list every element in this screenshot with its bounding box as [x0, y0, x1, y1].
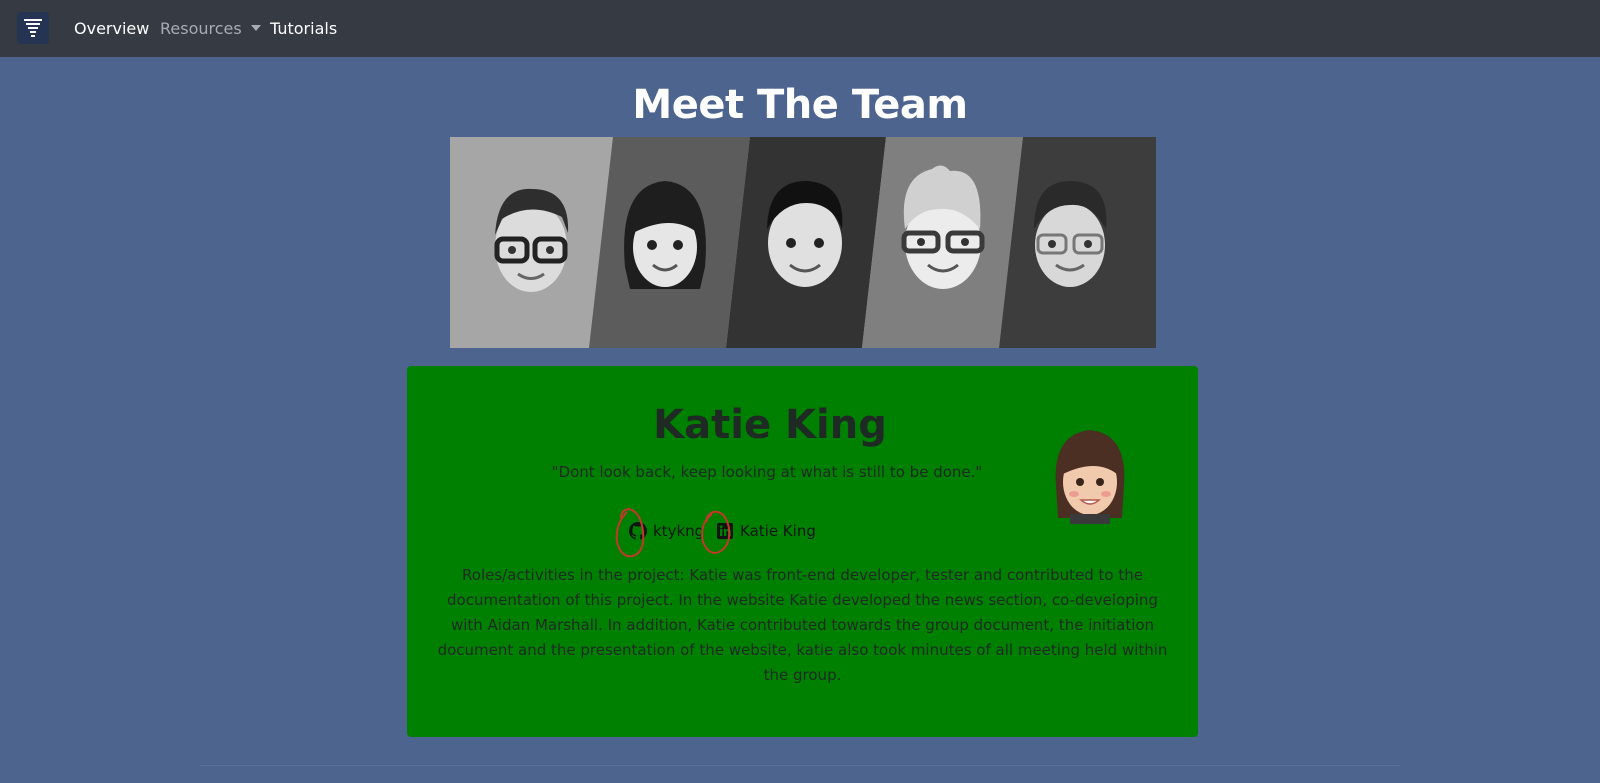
member-quote: "Dont look back, keep looking at what is… — [551, 463, 983, 481]
github-link[interactable]: ktykng — [653, 521, 704, 541]
member-roles: Roles/activities in the project: Katie w… — [437, 566, 1168, 684]
divider — [200, 765, 1400, 766]
team-memoji-banner — [450, 137, 1156, 348]
github-icon[interactable] — [629, 522, 647, 540]
caret-down-icon — [250, 25, 261, 31]
nav-tutorials[interactable]: Tutorials — [270, 19, 337, 39]
page-title: Meet The Team — [632, 82, 968, 128]
member-social-links: ktykng Katie King — [625, 510, 885, 550]
linkedin-link[interactable]: Katie King — [740, 521, 816, 541]
navbar: Overview Resources Tutorials — [0, 0, 1600, 57]
nav-resources-dropdown[interactable]: Resources — [160, 19, 261, 39]
member-name: Katie King — [653, 402, 887, 448]
memoji-avatar — [1050, 426, 1130, 526]
linkedin-icon[interactable] — [716, 522, 734, 540]
nav-overview[interactable]: Overview — [74, 19, 149, 39]
menu-lines-icon[interactable] — [17, 12, 49, 44]
team-member-card: Katie King "Dont look back, keep looking… — [407, 366, 1198, 737]
nav-resources-label: Resources — [160, 19, 242, 38]
